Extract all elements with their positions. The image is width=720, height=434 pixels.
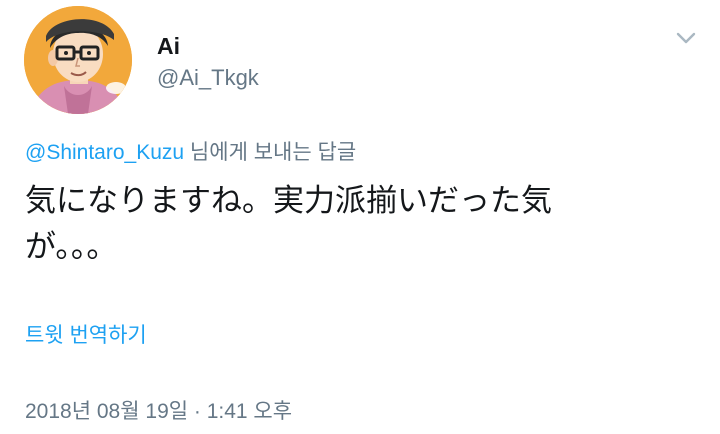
avatar-illustration xyxy=(24,6,132,114)
translate-tweet-link[interactable]: 트윗 번역하기 xyxy=(25,321,147,351)
avatar[interactable] xyxy=(24,6,132,114)
tweet: Ai @Ai_Tkgk @Shintaro_Kuzu 님에게 보내는 답글 気に… xyxy=(0,0,720,434)
chevron-down-icon[interactable] xyxy=(674,26,698,50)
reply-mention-link[interactable]: @Shintaro_Kuzu xyxy=(25,141,184,164)
username[interactable]: @Ai_Tkgk xyxy=(157,64,259,92)
display-name[interactable]: Ai xyxy=(157,32,180,60)
reply-suffix: 님에게 보내는 답글 xyxy=(184,141,357,164)
reply-context: @Shintaro_Kuzu 님에게 보내는 답글 xyxy=(25,139,356,167)
tweet-text: 気になりますね。実力派揃いだった気が。。。 xyxy=(25,183,552,265)
tweet-timestamp[interactable]: 2018년 08월 19일 · 1:41 오후 xyxy=(25,397,292,427)
